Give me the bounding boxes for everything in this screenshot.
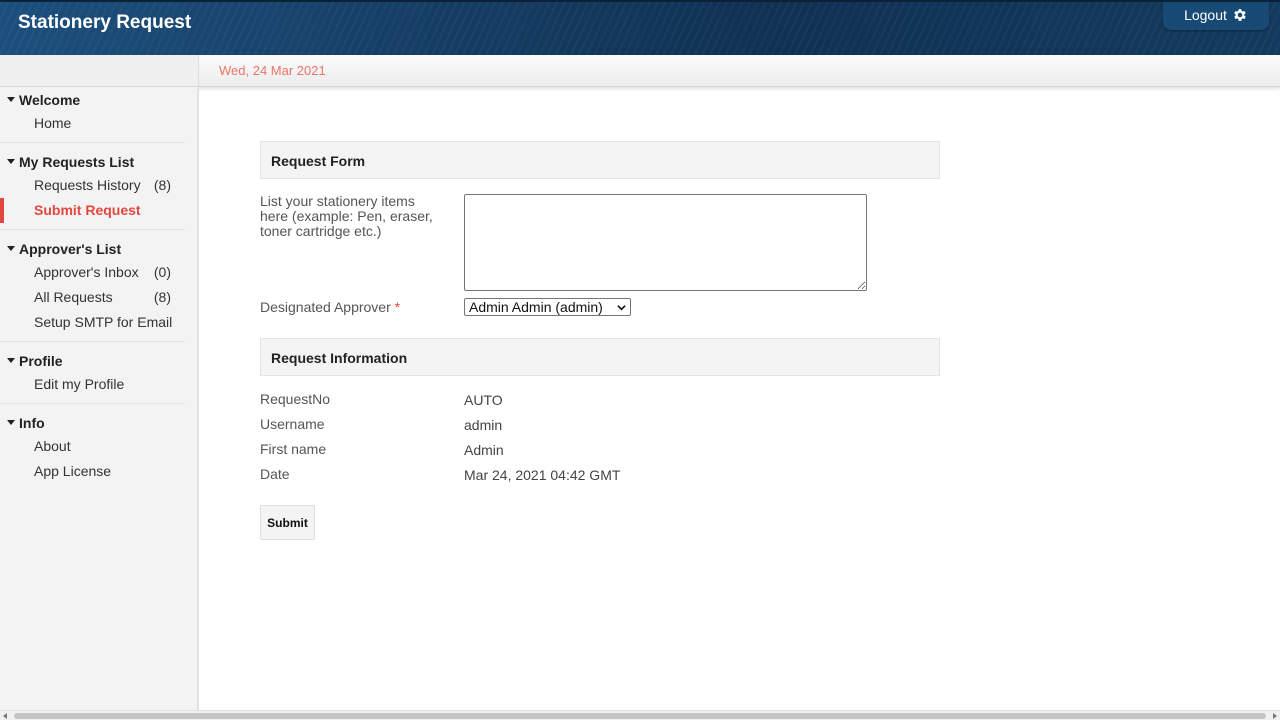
scroll-left-icon[interactable] [3,713,7,719]
sidebar-section-title[interactable]: Approver's List [0,236,185,260]
current-date: Wed, 24 Mar 2021 [219,63,326,78]
info-value-first-name: Admin [464,442,504,458]
sidebar-item-setup-smtp[interactable]: Setup SMTP for Email [0,310,185,335]
sidebar-item-app-license[interactable]: App License [0,459,185,484]
all-requests-count: (8) [153,289,171,305]
sidebar-section-title[interactable]: Profile [0,348,185,372]
items-textarea[interactable] [464,194,867,291]
sidebar-section-title[interactable]: Info [0,410,185,434]
request-information-header: Request Information [260,338,940,376]
sidebar-section-title[interactable]: Welcome [0,87,185,111]
sidebar-item-all-requests[interactable]: All Requests (8) [0,285,185,310]
info-row: Username admin [260,415,940,440]
date-bar: Wed, 24 Mar 2021 [0,55,1280,87]
caret-down-icon [7,246,15,251]
sidebar-section-profile: Profile Edit my Profile [0,342,185,404]
sidebar-item-submit-request[interactable]: Submit Request [0,198,185,223]
sidebar-section-approvers-list: Approver's List Approver's Inbox (0) All … [0,230,185,342]
app-title: Stationery Request [18,12,192,33]
sidebar-section-my-requests: My Requests List Requests History (8) Sub… [0,143,185,230]
info-value-date: Mar 24, 2021 04:42 GMT [464,467,621,483]
items-label: List your stationery items here (example… [260,193,433,239]
approver-row: Designated Approver * Admin Admin (admin… [260,298,940,338]
sidebar-item-approvers-inbox[interactable]: Approver's Inbox (0) [0,260,185,285]
request-form-header: Request Form [260,141,940,179]
horizontal-scrollbar[interactable] [0,710,1280,720]
info-row: Date Mar 24, 2021 04:42 GMT [260,465,940,490]
approvers-inbox-count: (0) [153,264,171,280]
sidebar-item-about[interactable]: About [0,434,185,459]
caret-down-icon [7,358,15,363]
sidebar-item-home[interactable]: Home [0,111,185,136]
sidebar-section-welcome: Welcome Home [0,87,185,143]
sidebar-section-title[interactable]: My Requests List [0,149,185,173]
submit-row: Submit [260,505,940,545]
info-label-first-name: First name [260,441,327,457]
info-value-requestno: AUTO [464,392,503,408]
gear-icon [1234,9,1246,21]
app-header: Stationery Request Logout [0,0,1280,55]
scrollbar-thumb[interactable] [14,713,1266,719]
sidebar-section-info: Info About App License [0,404,185,490]
items-row: List your stationery items here (example… [260,194,940,298]
caret-down-icon [7,420,15,425]
required-mark: * [394,299,401,315]
scroll-right-icon[interactable] [1273,713,1277,719]
info-value-username: admin [464,417,503,433]
info-label-requestno: RequestNo [260,391,331,407]
requests-history-count: (8) [153,177,171,193]
approver-label: Designated Approver * [260,299,401,315]
logout-label: Logout [1184,7,1227,23]
info-row: First name Admin [260,440,940,465]
approver-selected-value: Admin Admin (admin) [469,299,603,315]
info-label-date: Date [260,466,290,482]
chevron-down-icon [617,305,626,311]
info-row: RequestNo AUTO [260,390,940,415]
main-content: Request Form List your stationery items … [260,141,940,545]
date-bar-left-panel [0,55,199,86]
caret-down-icon [7,97,15,102]
info-label-username: Username [260,416,325,432]
caret-down-icon [7,159,15,164]
logout-button[interactable]: Logout [1163,2,1269,30]
sidebar-item-requests-history[interactable]: Requests History (8) [0,173,185,198]
submit-button[interactable]: Submit [260,505,315,540]
approver-select[interactable]: Admin Admin (admin) [464,298,631,316]
sidebar: Welcome Home My Requests List Requests H… [0,87,199,710]
sidebar-item-edit-profile[interactable]: Edit my Profile [0,372,185,397]
